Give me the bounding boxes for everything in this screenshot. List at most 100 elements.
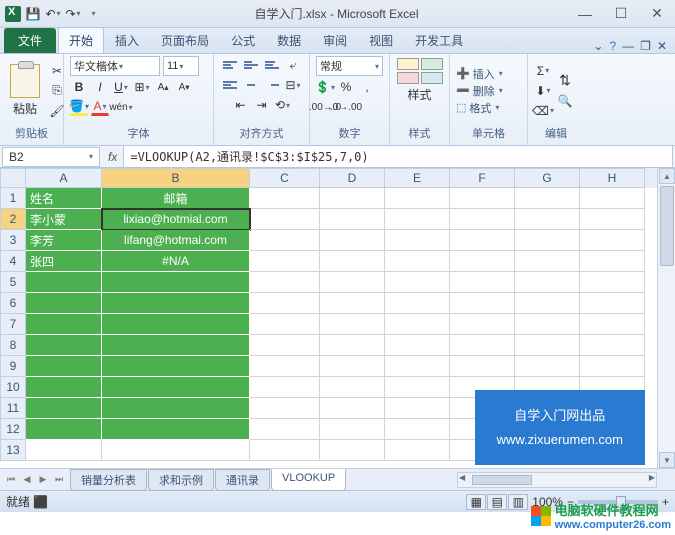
- cell-B7[interactable]: [102, 314, 250, 335]
- border-button[interactable]: ⊞▾: [133, 78, 151, 96]
- scroll-down-icon[interactable]: ▼: [659, 452, 675, 468]
- cell-F5[interactable]: [450, 272, 515, 293]
- doc-close-icon[interactable]: ✕: [657, 39, 667, 53]
- scroll-up-icon[interactable]: ▲: [659, 168, 675, 184]
- fx-icon[interactable]: fx: [102, 150, 123, 164]
- font-name-select[interactable]: 华文楷体▾: [70, 56, 160, 76]
- cell-B1[interactable]: 邮箱: [102, 188, 250, 209]
- cell-F1[interactable]: [450, 188, 515, 209]
- cell-E12[interactable]: [385, 419, 450, 440]
- cell-G2[interactable]: [515, 209, 580, 230]
- cell-C2[interactable]: [250, 209, 320, 230]
- cell-D8[interactable]: [320, 335, 385, 356]
- cell-C11[interactable]: [250, 398, 320, 419]
- align-left-icon[interactable]: [221, 76, 239, 94]
- cell-E13[interactable]: [385, 440, 450, 461]
- cell-F2[interactable]: [450, 209, 515, 230]
- cell-D12[interactable]: [320, 419, 385, 440]
- wrap-text-icon[interactable]: ⤶: [284, 56, 302, 74]
- redo-icon[interactable]: ↷▾: [64, 5, 82, 23]
- col-header-D[interactable]: D: [320, 168, 385, 188]
- tab-layout[interactable]: 页面布局: [150, 27, 220, 53]
- align-middle-icon[interactable]: [242, 56, 260, 74]
- cell-D1[interactable]: [320, 188, 385, 209]
- cell-F3[interactable]: [450, 230, 515, 251]
- help-icon[interactable]: ?: [609, 39, 616, 53]
- cell-D2[interactable]: [320, 209, 385, 230]
- cell-B10[interactable]: [102, 377, 250, 398]
- row-header-10[interactable]: 10: [0, 377, 26, 398]
- formula-input[interactable]: =VLOOKUP(A2,通讯录!$C$3:$I$25,7,0): [123, 145, 673, 168]
- tab-formulas[interactable]: 公式: [220, 27, 266, 53]
- cell-B11[interactable]: [102, 398, 250, 419]
- increase-font-icon[interactable]: A▴: [154, 78, 172, 96]
- insert-cells-button[interactable]: ➕插入▾: [456, 66, 503, 82]
- cell-B12[interactable]: [102, 419, 250, 440]
- currency-icon[interactable]: 💲▾: [316, 78, 334, 96]
- percent-icon[interactable]: %: [337, 78, 355, 96]
- row-header-11[interactable]: 11: [0, 398, 26, 419]
- cell-A7[interactable]: [26, 314, 102, 335]
- align-top-icon[interactable]: [221, 56, 239, 74]
- cell-G4[interactable]: [515, 251, 580, 272]
- minimize-button[interactable]: —: [571, 4, 599, 24]
- cell-A11[interactable]: [26, 398, 102, 419]
- row-header-9[interactable]: 9: [0, 356, 26, 377]
- cell-E1[interactable]: [385, 188, 450, 209]
- paste-button[interactable]: 粘贴: [6, 62, 44, 119]
- normal-view-icon[interactable]: ▦: [466, 494, 486, 510]
- align-right-icon[interactable]: [263, 76, 281, 94]
- cell-A2[interactable]: 李小蒙: [26, 209, 102, 230]
- sort-filter-icon[interactable]: ⇅: [556, 72, 574, 90]
- cell-A4[interactable]: 张四: [26, 251, 102, 272]
- delete-cells-button[interactable]: ➖删除▾: [456, 83, 503, 99]
- macro-record-icon[interactable]: ⬛: [33, 495, 48, 509]
- cell-C12[interactable]: [250, 419, 320, 440]
- row-header-12[interactable]: 12: [0, 419, 26, 440]
- cell-D4[interactable]: [320, 251, 385, 272]
- tab-view[interactable]: 视图: [358, 27, 404, 53]
- cell-E6[interactable]: [385, 293, 450, 314]
- cell-E2[interactable]: [385, 209, 450, 230]
- row-header-7[interactable]: 7: [0, 314, 26, 335]
- decrease-font-icon[interactable]: A▾: [175, 78, 193, 96]
- cell-E7[interactable]: [385, 314, 450, 335]
- cell-D13[interactable]: [320, 440, 385, 461]
- bold-button[interactable]: B: [70, 78, 88, 96]
- cell-B13[interactable]: [102, 440, 250, 461]
- cell-D6[interactable]: [320, 293, 385, 314]
- maximize-button[interactable]: ☐: [607, 4, 635, 24]
- vertical-scrollbar[interactable]: ▲ ▼: [657, 168, 675, 468]
- cell-B8[interactable]: [102, 335, 250, 356]
- next-sheet-icon[interactable]: ▶: [36, 472, 50, 488]
- align-bottom-icon[interactable]: [263, 56, 281, 74]
- col-header-G[interactable]: G: [515, 168, 580, 188]
- select-all-corner[interactable]: [0, 168, 26, 188]
- cell-B5[interactable]: [102, 272, 250, 293]
- tab-insert[interactable]: 插入: [104, 27, 150, 53]
- find-select-icon[interactable]: 🔍: [556, 92, 574, 110]
- cell-D10[interactable]: [320, 377, 385, 398]
- cell-H5[interactable]: [580, 272, 645, 293]
- cell-E4[interactable]: [385, 251, 450, 272]
- cell-C1[interactable]: [250, 188, 320, 209]
- sheet-tab-0[interactable]: 销量分析表: [70, 469, 147, 491]
- cell-D7[interactable]: [320, 314, 385, 335]
- cell-F7[interactable]: [450, 314, 515, 335]
- col-header-A[interactable]: A: [26, 168, 102, 188]
- cell-E11[interactable]: [385, 398, 450, 419]
- cell-G1[interactable]: [515, 188, 580, 209]
- row-header-3[interactable]: 3: [0, 230, 26, 251]
- cell-H4[interactable]: [580, 251, 645, 272]
- cell-C10[interactable]: [250, 377, 320, 398]
- qat-customize-icon[interactable]: ▾: [84, 5, 102, 23]
- cell-B3[interactable]: lifang@hotmai.com: [102, 230, 250, 251]
- cell-H8[interactable]: [580, 335, 645, 356]
- comma-icon[interactable]: ,: [358, 78, 376, 96]
- cell-D11[interactable]: [320, 398, 385, 419]
- cell-D5[interactable]: [320, 272, 385, 293]
- cell-H6[interactable]: [580, 293, 645, 314]
- cell-A8[interactable]: [26, 335, 102, 356]
- sheet-tab-2[interactable]: 通讯录: [215, 469, 270, 491]
- row-header-13[interactable]: 13: [0, 440, 26, 461]
